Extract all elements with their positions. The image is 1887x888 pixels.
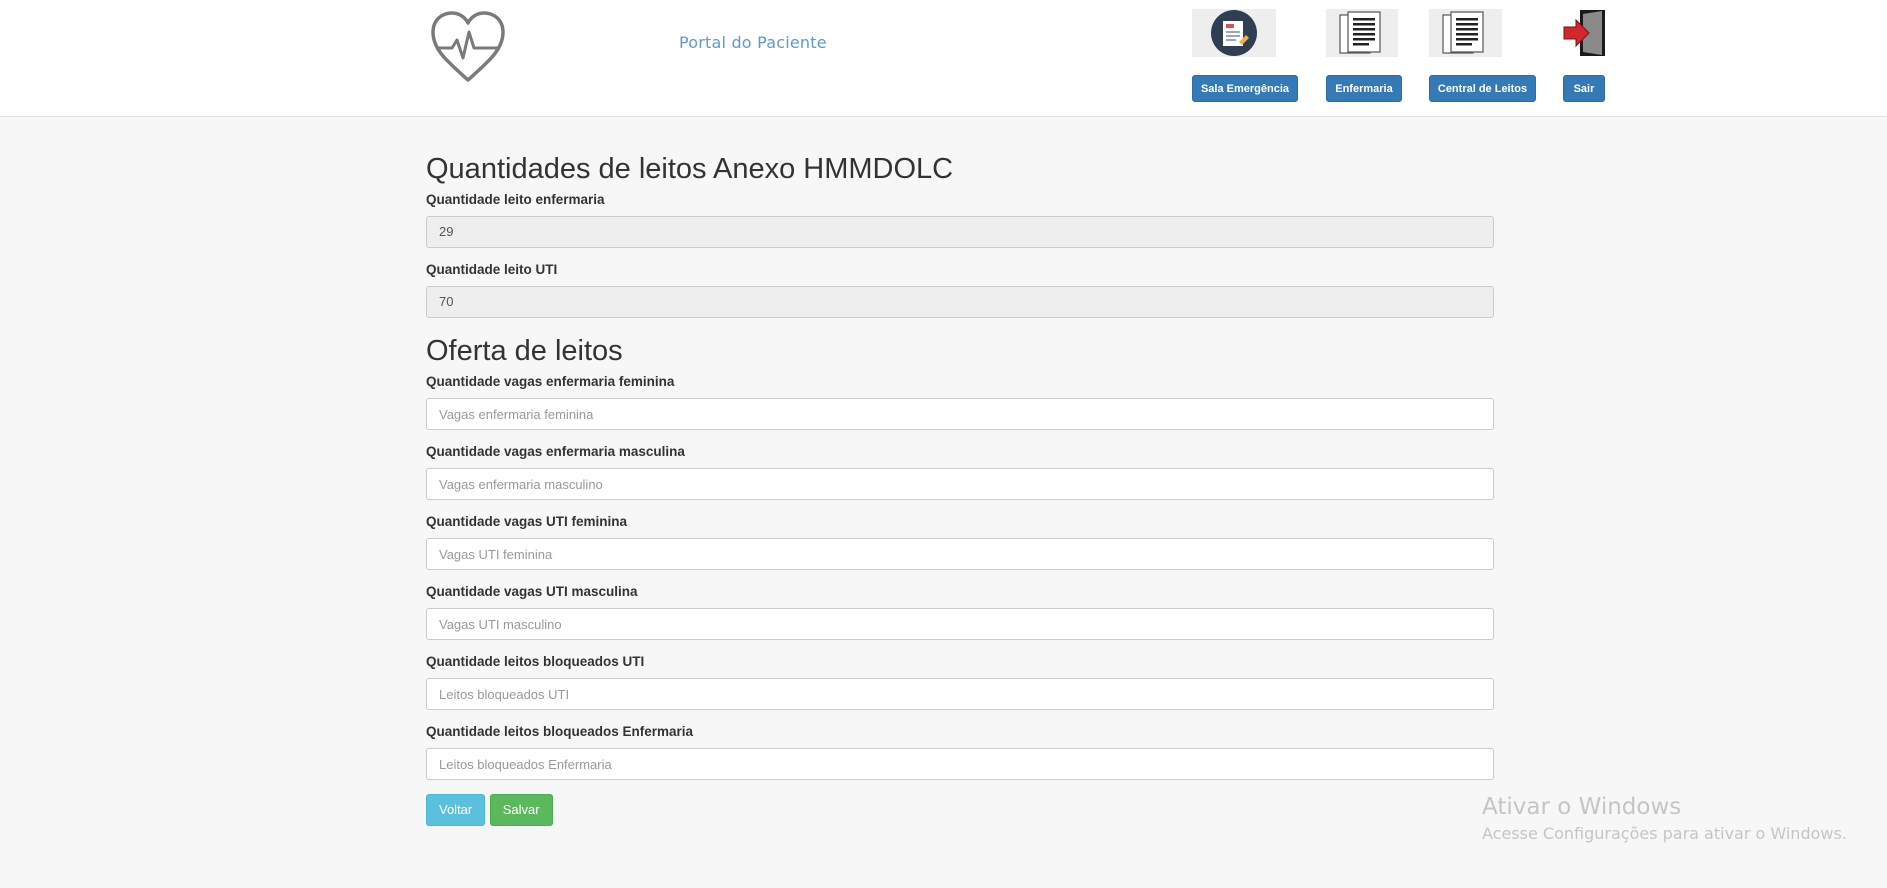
leitos-bloqueados-uti-input[interactable]	[426, 678, 1494, 710]
top-header: Portal do Paciente Sala Emergência Enfer…	[0, 0, 1887, 117]
main-content: Quantidades de leitos Anexo HMMDOLC Quan…	[426, 150, 1494, 826]
form-actions: Voltar Salvar	[426, 794, 1494, 826]
documents-icon[interactable]	[1429, 9, 1502, 57]
save-button[interactable]: Salvar	[489, 794, 553, 826]
vagas-enfermaria-masculina-input[interactable]	[426, 468, 1494, 500]
nav-button-enfermaria[interactable]: Enfermaria	[1326, 75, 1402, 102]
documents-icon[interactable]	[1326, 9, 1398, 57]
field-label: Quantidade leitos bloqueados UTI	[426, 654, 645, 669]
field-label: Quantidade vagas enfermaria masculina	[426, 444, 685, 459]
leito-enfermaria-field: 29	[426, 216, 1494, 248]
heart-pulse-icon[interactable]	[428, 10, 508, 84]
watermark-title: Ativar o Windows	[1482, 794, 1682, 820]
vagas-uti-feminina-input[interactable]	[426, 538, 1494, 570]
section-title-quantidades: Quantidades de leitos Anexo HMMDOLC	[426, 153, 954, 185]
watermark-subtitle: Acesse Configurações para ativar o Windo…	[1482, 824, 1847, 843]
field-label: Quantidade leitos bloqueados Enfermaria	[426, 724, 694, 739]
form-group-leito-uti: Quantidade leito UTI 70	[426, 261, 1494, 318]
vagas-uti-masculina-input[interactable]	[426, 608, 1494, 640]
windows-activation-watermark: Ativar o Windows Acesse Configurações pa…	[1482, 793, 1847, 845]
nav-button-sala-emergencia[interactable]: Sala Emergência	[1192, 75, 1298, 102]
section-title-oferta: Oferta de leitos	[426, 335, 623, 367]
field-label: Quantidade vagas UTI feminina	[426, 514, 628, 529]
nav-button-sair[interactable]: Sair	[1563, 75, 1605, 102]
form-group-vagas-enfermaria-masculina: Quantidade vagas enfermaria masculina	[426, 443, 1494, 500]
portal-title[interactable]: Portal do Paciente	[679, 33, 827, 52]
form-group-vagas-uti-masculina: Quantidade vagas UTI masculina	[426, 583, 1494, 640]
form-group-leitos-bloqueados-uti: Quantidade leitos bloqueados UTI	[426, 653, 1494, 710]
leitos-bloqueados-enfermaria-input[interactable]	[426, 748, 1494, 780]
field-label: Quantidade vagas enfermaria feminina	[426, 374, 675, 389]
leito-uti-field: 70	[426, 286, 1494, 318]
form-group-leitos-bloqueados-enfermaria: Quantidade leitos bloqueados Enfermaria	[426, 723, 1494, 780]
vagas-enfermaria-feminina-input[interactable]	[426, 398, 1494, 430]
nav-button-central-de-leitos[interactable]: Central de Leitos	[1429, 75, 1536, 102]
emergency-doc-icon[interactable]	[1192, 9, 1276, 57]
form-group-leito-enfermaria: Quantidade leito enfermaria 29	[426, 191, 1494, 248]
exit-door-icon[interactable]	[1562, 9, 1606, 57]
back-button[interactable]: Voltar	[426, 794, 486, 826]
form-group-vagas-uti-feminina: Quantidade vagas UTI feminina	[426, 513, 1494, 570]
field-label: Quantidade vagas UTI masculina	[426, 584, 638, 599]
form-group-vagas-enfermaria-feminina: Quantidade vagas enfermaria feminina	[426, 373, 1494, 430]
field-label: Quantidade leito enfermaria	[426, 192, 605, 207]
field-label: Quantidade leito UTI	[426, 262, 558, 277]
